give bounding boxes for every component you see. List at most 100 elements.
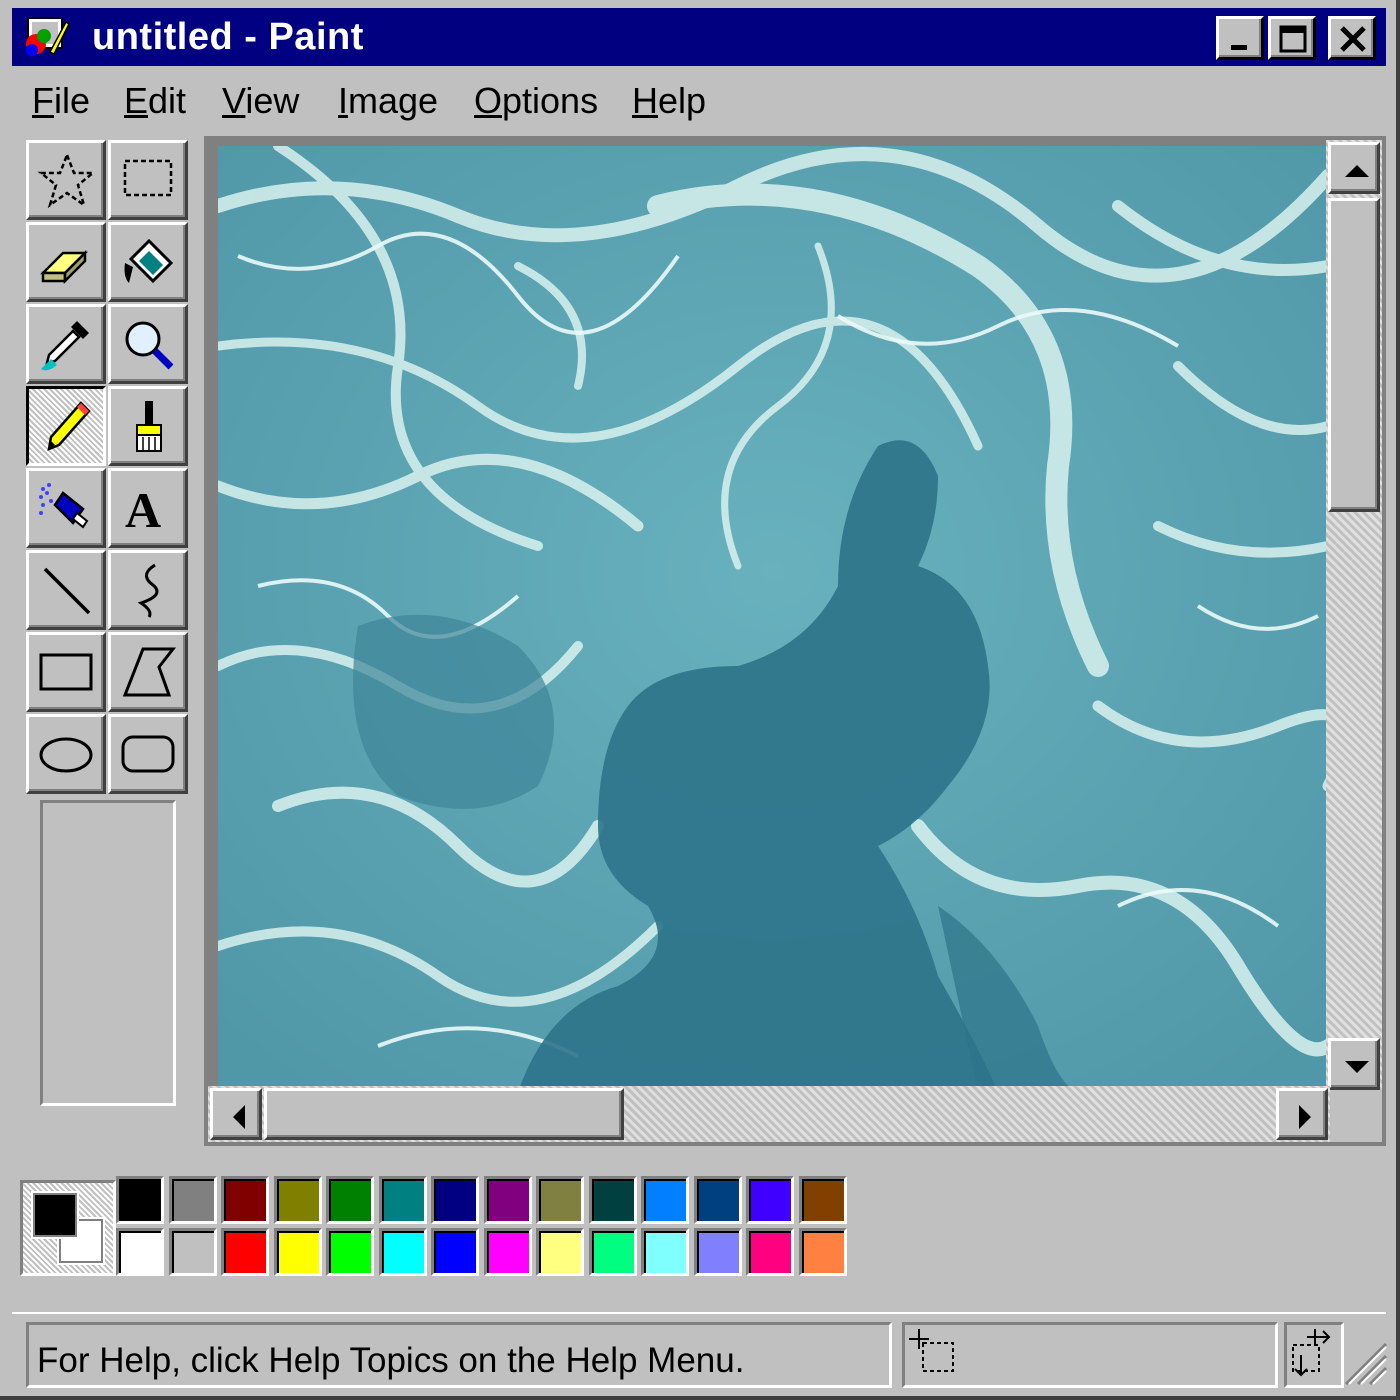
tool-pick-color[interactable] — [26, 304, 106, 384]
color-box — [14, 1172, 854, 1280]
menu-file[interactable]: File — [32, 80, 90, 122]
title-bar[interactable]: untitled - Paint — [12, 8, 1386, 66]
paint-window: untitled - Paint File Edit View Image Op… — [0, 0, 1400, 1400]
tool-magnifier[interactable] — [108, 304, 188, 384]
current-colors[interactable] — [20, 1180, 116, 1276]
palette-swatch[interactable] — [326, 1176, 374, 1224]
tool-rounded-rectangle[interactable] — [108, 714, 188, 794]
palette-swatch[interactable] — [168, 1228, 217, 1276]
palette-swatch[interactable] — [273, 1176, 322, 1224]
tool-options-panel[interactable] — [40, 800, 176, 1106]
palette-swatch[interactable] — [536, 1228, 584, 1276]
rect-select-icon — [123, 159, 173, 197]
menu-view[interactable]: View — [222, 80, 299, 122]
tool-free-form-select[interactable] — [26, 140, 106, 220]
menu-options[interactable]: Options — [474, 80, 598, 122]
palette-swatch[interactable] — [378, 1176, 427, 1224]
minimize-button[interactable] — [1216, 16, 1264, 60]
tool-polygon[interactable] — [108, 632, 188, 712]
vertical-scroll-thumb[interactable] — [1328, 198, 1380, 512]
status-size-pane — [1284, 1322, 1344, 1388]
vertical-scrollbar[interactable] — [1326, 140, 1382, 1092]
menu-image[interactable]: Image — [338, 80, 438, 122]
canvas-area — [204, 136, 1386, 1146]
palette-swatch[interactable] — [431, 1176, 479, 1224]
menu-help[interactable]: Help — [632, 80, 706, 122]
arrow-right-icon — [1299, 1105, 1311, 1129]
palette-swatch[interactable] — [588, 1228, 637, 1276]
resize-grip[interactable] — [1342, 1334, 1388, 1390]
horizontal-scroll-thumb[interactable] — [264, 1088, 624, 1140]
palette-swatch[interactable] — [641, 1228, 689, 1276]
tool-airbrush[interactable] — [26, 468, 106, 548]
palette-swatch[interactable] — [116, 1228, 164, 1276]
palette-swatch[interactable] — [798, 1228, 847, 1276]
tool-fill-with-color[interactable] — [108, 222, 188, 302]
palette-swatch[interactable] — [168, 1176, 217, 1224]
tool-box: A — [14, 132, 202, 1142]
tool-pencil[interactable] — [26, 386, 106, 466]
status-help-text: For Help, click Help Topics on the Help … — [37, 1341, 745, 1380]
palette-swatch[interactable] — [693, 1228, 742, 1276]
star-select-icon — [37, 151, 97, 209]
palette-swatch[interactable] — [116, 1176, 164, 1224]
paint-bucket-icon — [124, 238, 174, 284]
palette-swatch[interactable] — [588, 1176, 637, 1224]
tool-ellipse[interactable] — [26, 714, 106, 794]
polygon-icon — [122, 647, 177, 697]
close-button[interactable] — [1328, 16, 1376, 60]
palette-swatch[interactable] — [746, 1176, 794, 1224]
palette-swatch[interactable] — [221, 1176, 269, 1224]
palette-swatch[interactable] — [221, 1228, 269, 1276]
pencil-icon — [47, 401, 91, 451]
palette-swatch[interactable] — [431, 1228, 479, 1276]
maximize-button[interactable] — [1268, 16, 1316, 60]
tool-rectangle[interactable] — [26, 632, 106, 712]
drawing-canvas[interactable] — [218, 146, 1328, 1092]
rectangle-icon — [39, 653, 93, 691]
cursor-position-icon — [909, 1329, 954, 1372]
menu-bar: File Edit View Image Options Help — [12, 72, 1386, 128]
menu-edit[interactable]: Edit — [124, 80, 186, 122]
airbrush-icon — [39, 483, 89, 529]
arrow-left-icon — [233, 1105, 245, 1129]
status-help-pane: For Help, click Help Topics on the Help … — [26, 1322, 892, 1388]
palette-swatch[interactable] — [746, 1228, 794, 1276]
palette-swatch[interactable] — [798, 1176, 847, 1224]
foreground-color — [33, 1193, 77, 1237]
curve-icon — [137, 563, 159, 618]
palette-swatch[interactable] — [326, 1228, 374, 1276]
text-icon: A — [125, 482, 161, 538]
resize-grip-icon — [1344, 1342, 1388, 1386]
palette-swatch[interactable] — [273, 1228, 322, 1276]
selection-size-icon — [1292, 1329, 1331, 1377]
scroll-left-button[interactable] — [210, 1088, 262, 1140]
magnifier-icon — [125, 321, 174, 370]
palette-swatch[interactable] — [483, 1228, 532, 1276]
tool-eraser[interactable] — [26, 222, 106, 302]
palette-swatch[interactable] — [641, 1176, 689, 1224]
scroll-right-button[interactable] — [1276, 1088, 1328, 1140]
window-title: untitled - Paint — [92, 16, 364, 58]
palette-swatch[interactable] — [536, 1176, 584, 1224]
tool-select[interactable] — [108, 140, 188, 220]
status-bar: For Help, click Help Topics on the Help … — [12, 1312, 1388, 1392]
paint-app-icon[interactable] — [22, 16, 70, 60]
tool-line[interactable] — [26, 550, 106, 630]
horizontal-scrollbar[interactable] — [208, 1086, 1330, 1142]
brush-icon — [136, 401, 162, 452]
scroll-down-button[interactable] — [1328, 1038, 1380, 1090]
ellipse-icon — [39, 737, 93, 773]
rounded-rectangle-icon — [121, 735, 175, 773]
arrow-down-icon — [1345, 1061, 1369, 1073]
tool-brush[interactable] — [108, 386, 188, 466]
palette-swatch[interactable] — [483, 1176, 532, 1224]
scroll-up-button[interactable] — [1328, 142, 1380, 194]
palette-swatch[interactable] — [693, 1176, 742, 1224]
palette-swatch[interactable] — [378, 1228, 427, 1276]
scroll-corner — [1330, 1090, 1382, 1142]
close-icon — [1340, 26, 1366, 52]
tool-curve[interactable] — [108, 550, 188, 630]
tool-text[interactable]: A — [108, 468, 188, 548]
eyedropper-icon — [41, 321, 89, 371]
